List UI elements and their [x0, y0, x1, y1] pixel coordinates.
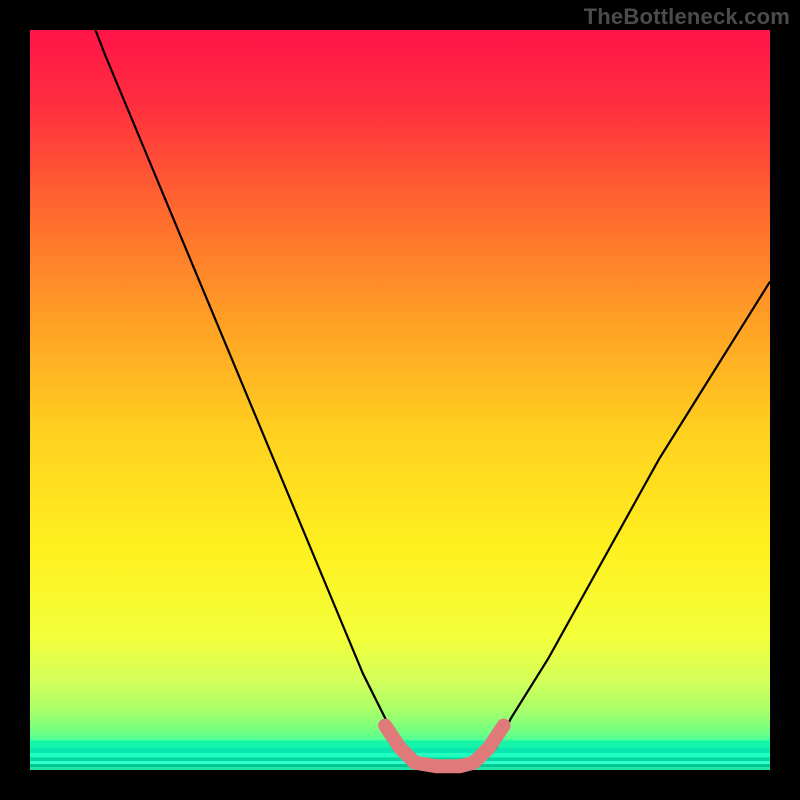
- chart-frame: TheBottleneck.com: [0, 0, 800, 800]
- watermark-text: TheBottleneck.com: [584, 4, 790, 30]
- green-band: [30, 764, 770, 767]
- green-band: [30, 767, 770, 770]
- green-band: [30, 757, 770, 761]
- plot-area: [30, 0, 770, 770]
- bottleneck-chart: [0, 0, 800, 800]
- green-band: [30, 761, 770, 764]
